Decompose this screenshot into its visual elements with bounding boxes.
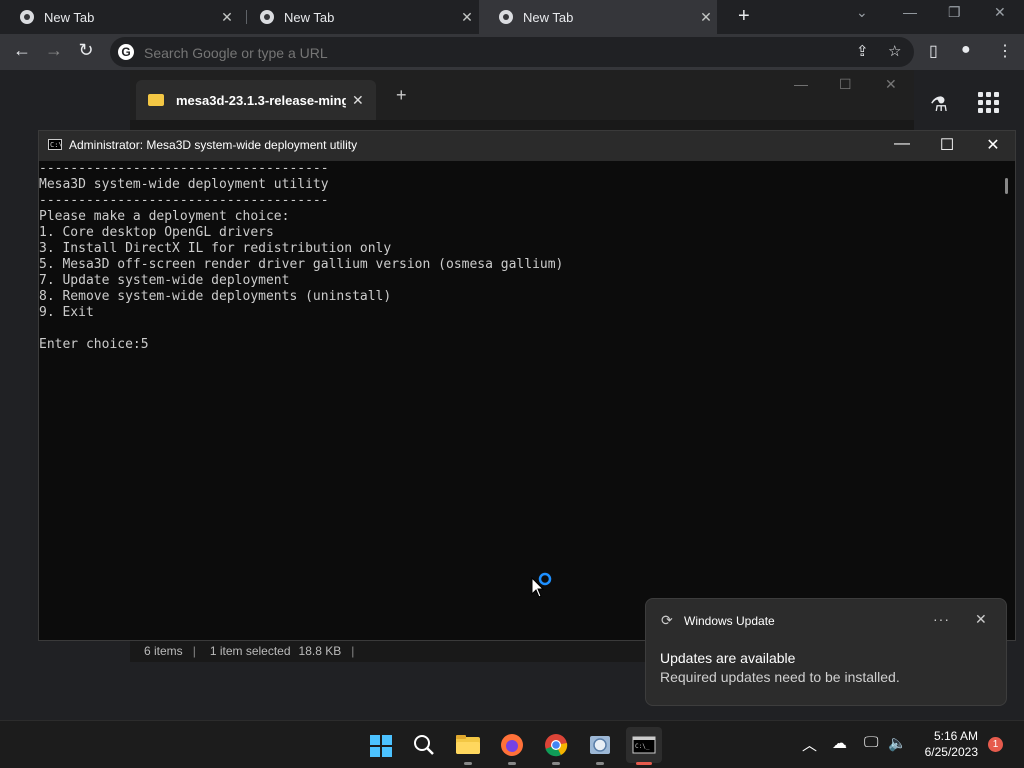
console-scrollbar[interactable] bbox=[999, 161, 1015, 639]
browser-tab[interactable]: New Tab ✕ bbox=[0, 0, 238, 34]
chrome-button[interactable] bbox=[538, 727, 574, 765]
console-app-icon: C:\ bbox=[48, 139, 63, 150]
minimize-button[interactable]: — bbox=[882, 135, 922, 153]
google-icon: G bbox=[118, 44, 134, 60]
bookmark-star-icon[interactable]: ☆ bbox=[888, 42, 901, 60]
restore-icon[interactable]: ❐ bbox=[948, 4, 961, 21]
search-icon bbox=[414, 735, 434, 755]
notification-app-name: Windows Update bbox=[684, 614, 775, 628]
chrome-icon bbox=[499, 10, 513, 24]
file-explorer-icon bbox=[456, 735, 480, 754]
browser-toolbar: ← → ↻ G ⇪ ☆ ▯ ● ⋮ bbox=[0, 34, 1024, 70]
app-button[interactable] bbox=[582, 727, 618, 765]
omnibox[interactable]: G ⇪ ☆ bbox=[110, 37, 914, 67]
browser-tab[interactable]: New Tab ✕ bbox=[240, 0, 478, 34]
close-window-icon[interactable]: ✕ bbox=[994, 4, 1006, 21]
start-icon bbox=[370, 735, 392, 757]
search-button[interactable] bbox=[406, 727, 442, 763]
console-title: Administrator: Mesa3D system-wide deploy… bbox=[69, 138, 358, 152]
selection-size: 18.8 KB bbox=[298, 644, 342, 658]
notification-title: Updates are available bbox=[660, 650, 796, 666]
maximize-icon[interactable]: ☐ bbox=[839, 76, 852, 93]
labs-beaker-icon[interactable]: ⚗ bbox=[930, 92, 948, 117]
running-indicator bbox=[464, 762, 472, 765]
new-tab-button[interactable]: + bbox=[738, 5, 750, 28]
chrome-icon bbox=[260, 10, 274, 24]
minimize-icon[interactable]: — bbox=[794, 76, 808, 92]
active-indicator bbox=[636, 762, 652, 765]
file-explorer-button[interactable] bbox=[450, 727, 486, 765]
taskbar: C:\_ ︿ ☁ 🖵 🔈 5:16 AM 6/25/2023 bbox=[0, 720, 1024, 768]
terminal-button[interactable]: C:\_ bbox=[626, 727, 662, 765]
scrollbar-thumb[interactable] bbox=[1005, 178, 1008, 194]
notification-body: Required updates need to be installed. bbox=[660, 669, 900, 685]
start-button[interactable] bbox=[362, 727, 398, 763]
console-window[interactable]: C:\ Administrator: Mesa3D system-wide de… bbox=[38, 130, 1016, 641]
explorer-tab-label: mesa3d-23.1.3-release-mingw bbox=[176, 92, 346, 108]
close-button[interactable]: ✕ bbox=[973, 135, 1013, 155]
app-icon bbox=[590, 736, 610, 754]
item-count: 6 items bbox=[144, 644, 183, 658]
reload-icon[interactable]: ↻ bbox=[74, 40, 98, 61]
clock-time: 5:16 AM bbox=[933, 729, 978, 743]
status-divider: | bbox=[351, 644, 355, 658]
back-icon[interactable]: ← bbox=[10, 40, 34, 61]
google-apps-icon[interactable] bbox=[978, 92, 1000, 114]
close-icon[interactable]: ✕ bbox=[695, 9, 717, 26]
tab-search-icon[interactable]: ⌄ bbox=[856, 4, 868, 21]
svg-text:C:\_: C:\_ bbox=[635, 743, 650, 750]
chrome-icon bbox=[20, 10, 34, 24]
maximize-button[interactable]: ☐ bbox=[927, 135, 967, 155]
menu-icon[interactable]: ⋮ bbox=[997, 41, 1013, 61]
clock-date: 6/25/2023 bbox=[924, 745, 978, 759]
selection-count: 1 item selected bbox=[209, 644, 291, 658]
tab-label: New Tab bbox=[523, 9, 574, 25]
close-icon[interactable]: ✕ bbox=[975, 611, 987, 628]
tab-label: New Tab bbox=[44, 9, 95, 25]
close-icon[interactable]: ✕ bbox=[352, 92, 364, 109]
share-icon[interactable]: ⇪ bbox=[856, 42, 869, 60]
show-hidden-icons-icon[interactable]: ︿ bbox=[802, 734, 817, 755]
clock[interactable]: 5:16 AM 6/25/2023 bbox=[908, 728, 978, 760]
firefox-button[interactable] bbox=[494, 727, 530, 765]
console-output[interactable]: ------------------------------------- Me… bbox=[39, 161, 999, 639]
tab-label: New Tab bbox=[284, 9, 335, 25]
cloud-offline-icon[interactable]: ☁ bbox=[832, 734, 847, 752]
folder-icon bbox=[148, 94, 164, 106]
explorer-tab[interactable]: mesa3d-23.1.3-release-mingw ✕ bbox=[136, 80, 376, 120]
close-window-icon[interactable]: ✕ bbox=[885, 76, 897, 93]
chrome-icon bbox=[545, 734, 568, 757]
close-icon[interactable]: ✕ bbox=[216, 9, 238, 26]
busy-cursor-icon bbox=[531, 572, 552, 598]
status-divider: | bbox=[192, 644, 196, 658]
explorer-tab-strip: mesa3d-23.1.3-release-mingw ✕ + — ☐ ✕ bbox=[130, 70, 914, 120]
forward-icon[interactable]: → bbox=[42, 40, 66, 61]
console-titlebar[interactable]: C:\ Administrator: Mesa3D system-wide de… bbox=[39, 131, 1015, 161]
notification-badge[interactable]: 1 bbox=[988, 737, 1003, 752]
running-indicator bbox=[508, 762, 516, 765]
terminal-icon: C:\_ bbox=[632, 736, 656, 754]
side-panel-icon[interactable]: ▯ bbox=[929, 41, 938, 61]
browser-tab-strip: New Tab ✕ New Tab ✕ New Tab ✕ + ⌄ — ❐ ✕ bbox=[0, 0, 1024, 34]
running-indicator bbox=[552, 762, 560, 765]
notification-toast[interactable]: ⟳ Windows Update ··· ✕ Updates are avail… bbox=[645, 598, 1007, 706]
more-options-icon[interactable]: ··· bbox=[933, 611, 950, 627]
volume-icon[interactable]: 🔈 bbox=[888, 734, 907, 752]
address-input[interactable] bbox=[142, 42, 846, 64]
running-indicator bbox=[596, 762, 604, 765]
profile-icon[interactable]: ● bbox=[961, 41, 971, 59]
browser-tab-active[interactable]: New Tab ✕ bbox=[479, 0, 717, 34]
minimize-icon[interactable]: — bbox=[903, 4, 917, 20]
network-icon[interactable]: 🖵 bbox=[864, 734, 878, 751]
new-tab-button[interactable]: + bbox=[396, 85, 407, 106]
refresh-icon: ⟳ bbox=[661, 612, 673, 628]
firefox-icon bbox=[501, 734, 523, 756]
close-icon[interactable]: ✕ bbox=[456, 9, 478, 26]
